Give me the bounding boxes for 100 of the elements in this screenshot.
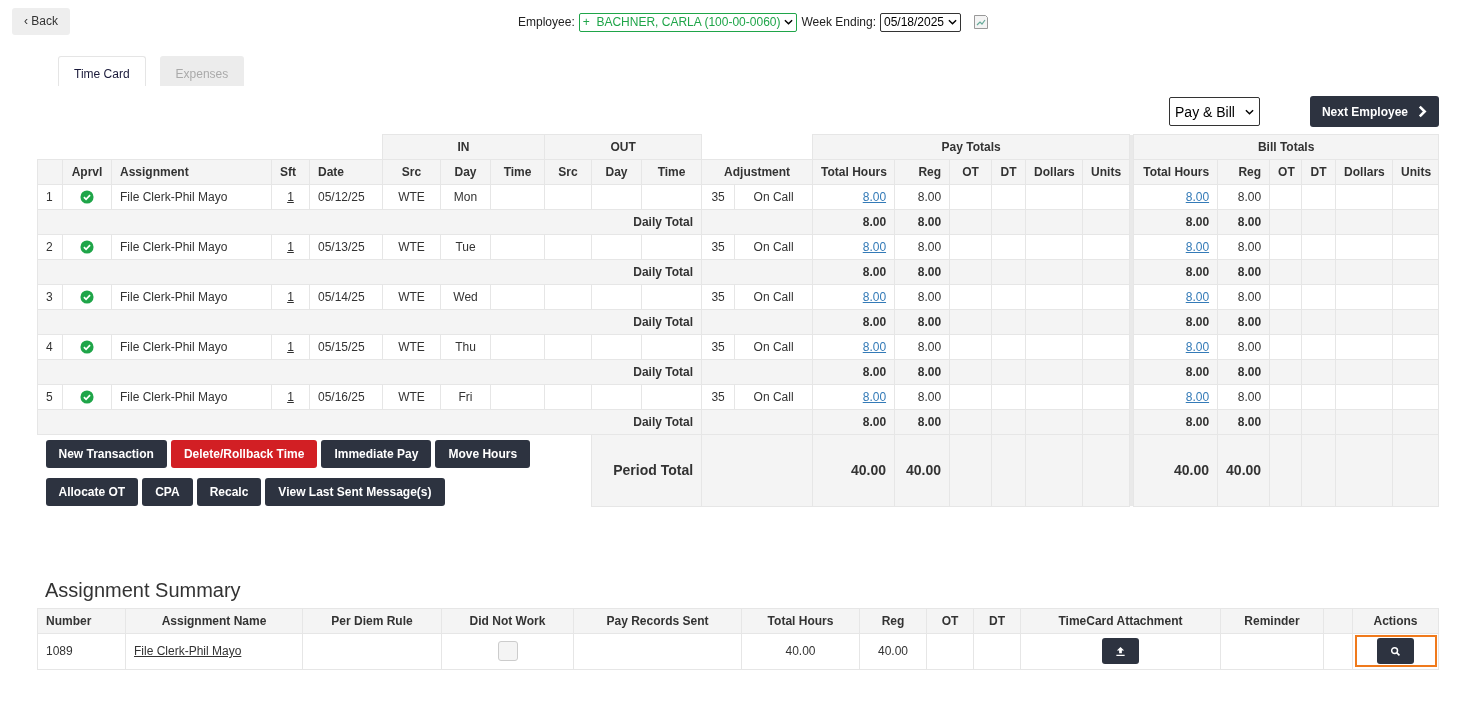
table-cell: 35	[701, 184, 735, 210]
table-cell: 35	[701, 384, 735, 410]
table-cell: Mon	[440, 184, 491, 210]
table-cell: WTE	[382, 284, 441, 310]
hours-link[interactable]: 8.00	[1185, 240, 1210, 254]
column-group-header: IN	[382, 134, 545, 160]
view-select[interactable]: Pay & Bill	[1169, 97, 1260, 126]
daily-total-label: Daily Total	[37, 409, 702, 435]
table-cell: WTE	[382, 384, 441, 410]
table-cell: 40.00	[812, 434, 895, 506]
table-cell: WTE	[382, 184, 441, 210]
table-cell: On Call	[734, 384, 813, 410]
table-cell: 35	[701, 334, 735, 360]
hours-link[interactable]: 8.00	[862, 390, 887, 404]
table-cell: 8.00	[894, 284, 950, 310]
column-header: Total Hours	[812, 159, 895, 185]
table-cell: Fri	[440, 384, 491, 410]
table-cell: 8.00	[894, 384, 950, 410]
column-header: Pay Records Sent	[606, 613, 709, 628]
column-header: Date	[309, 159, 383, 185]
action-button[interactable]: CPA	[142, 478, 193, 506]
table-cell: Tue	[440, 234, 491, 260]
table-cell: 05/14/25	[309, 284, 383, 310]
hours-link[interactable]: 8.00	[1185, 190, 1210, 204]
table-cell: 35	[701, 234, 735, 260]
shift-link[interactable]: 1	[287, 190, 294, 204]
table-cell: 40.00	[859, 633, 927, 669]
table-cell: 3	[37, 284, 63, 310]
table-cell: 1	[37, 184, 63, 210]
column-header: Reg	[881, 613, 905, 628]
table-cell: 8.00	[894, 234, 950, 260]
column-header: Number	[46, 613, 92, 628]
week-ending-label: Week Ending:	[801, 15, 876, 29]
table-cell: 05/16/25	[309, 384, 383, 410]
table-cell: 8.00	[812, 309, 895, 335]
back-button[interactable]: ‹ Back	[12, 7, 70, 35]
column-header: Did Not Work	[469, 613, 546, 628]
table-cell: 8.00	[1133, 409, 1218, 435]
hours-link[interactable]: 8.00	[862, 240, 887, 254]
hours-link[interactable]: 8.00	[862, 290, 887, 304]
shift-link[interactable]: 1	[287, 240, 294, 254]
hours-link[interactable]: 8.00	[862, 340, 887, 354]
daily-total-label: Daily Total	[37, 259, 702, 285]
table-cell: On Call	[734, 234, 813, 260]
table-cell: File Clerk-Phil Mayo	[111, 234, 272, 260]
action-button[interactable]: New Transaction	[45, 440, 167, 468]
column-header: Assignment Name	[161, 613, 267, 628]
action-button[interactable]: View Last Sent Message(s)	[265, 478, 445, 506]
table-cell: File Clerk-Phil Mayo	[111, 284, 272, 310]
hours-link[interactable]: 8.00	[1185, 340, 1210, 354]
week-ending-select[interactable]: 05/18/2025	[880, 12, 962, 32]
column-group-header: Pay Totals	[812, 134, 1130, 160]
action-button[interactable]: Immediate Pay	[321, 440, 432, 468]
table-cell: 8.00	[812, 359, 895, 385]
column-header: Adjustment	[701, 159, 813, 185]
hours-link[interactable]: 8.00	[1185, 390, 1210, 404]
table-cell: 4	[37, 334, 63, 360]
employee-label: Employee:	[518, 15, 575, 29]
shift-link[interactable]: 1	[287, 340, 294, 354]
next-employee-button[interactable]: Next Employee	[1309, 96, 1439, 127]
table-cell: 2	[37, 234, 63, 260]
table-cell: 05/12/25	[309, 184, 383, 210]
table-cell: 8.00	[1217, 384, 1270, 410]
table-cell: File Clerk-Phil Mayo	[111, 184, 272, 210]
table-cell: 8.00	[1133, 359, 1218, 385]
table-cell: 8.00	[894, 184, 950, 210]
shift-link[interactable]: 1	[287, 290, 294, 304]
daily-total-label: Daily Total	[37, 359, 702, 385]
table-cell: 05/13/25	[309, 234, 383, 260]
action-button[interactable]: Delete/Rollback Time	[170, 440, 318, 468]
column-header: Total Hours	[1133, 159, 1218, 185]
table-cell: 5	[37, 384, 63, 410]
hours-link[interactable]: 8.00	[1185, 290, 1210, 304]
table-cell: WTE	[382, 334, 441, 360]
table-cell: On Call	[734, 334, 813, 360]
column-header: OT	[941, 613, 959, 628]
hours-link[interactable]: 8.00	[862, 190, 887, 204]
table-cell: 40.00	[1217, 434, 1270, 506]
column-header: Aprvl	[62, 159, 112, 185]
table-cell: File Clerk-Phil Mayo	[111, 334, 272, 360]
tab[interactable]: Time Card	[58, 56, 146, 86]
table-cell: 8.00	[812, 209, 895, 235]
table-cell: 8.00	[1217, 284, 1270, 310]
table-cell: 8.00	[1217, 184, 1270, 210]
column-group-header: OUT	[544, 134, 702, 160]
table-cell: 8.00	[812, 259, 895, 285]
column-header: Total Hours	[767, 613, 834, 628]
table-cell: 35	[701, 284, 735, 310]
column-group-header: Bill Totals	[1133, 134, 1439, 160]
shift-link[interactable]: 1	[287, 390, 294, 404]
table-cell: WTE	[382, 234, 441, 260]
action-button[interactable]: Recalc	[196, 478, 262, 506]
table-cell: 40.00	[741, 633, 860, 669]
table-cell: Wed	[440, 284, 491, 310]
daily-total-label: Daily Total	[37, 309, 702, 335]
table-cell: 8.00	[1133, 309, 1218, 335]
table-cell: 8.00	[1133, 209, 1218, 235]
daily-total-label: Daily Total	[37, 209, 702, 235]
action-button[interactable]: Move Hours	[435, 440, 531, 468]
action-button[interactable]: Allocate OT	[45, 478, 139, 506]
